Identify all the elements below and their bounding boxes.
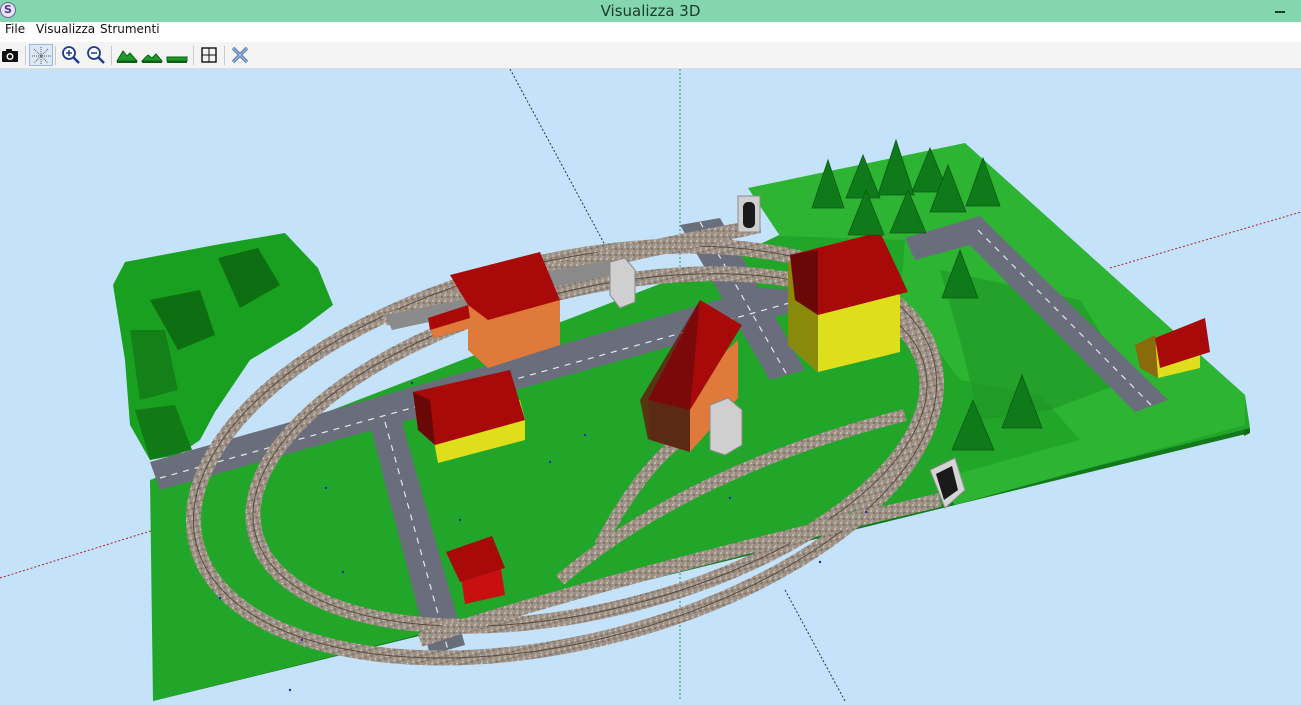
toolbar-separator bbox=[25, 46, 26, 65]
camera-button[interactable] bbox=[0, 44, 24, 66]
close-view-button[interactable] bbox=[228, 44, 252, 66]
toolbar-separator bbox=[111, 46, 112, 65]
zoom-out-icon bbox=[87, 46, 105, 64]
toolbar-separator bbox=[224, 46, 225, 65]
3d-viewport[interactable] bbox=[0, 68, 1301, 702]
axis-line bbox=[0, 527, 161, 579]
fit-view-button[interactable] bbox=[197, 44, 221, 66]
menu-file[interactable]: File bbox=[5, 22, 25, 42]
menu-visualizza[interactable]: Visualizza bbox=[36, 22, 95, 42]
central-tower bbox=[709, 397, 743, 456]
terrain-low-button[interactable] bbox=[140, 44, 164, 66]
menu-bar: File Visualizza Strumenti bbox=[0, 22, 1301, 42]
toolbar-separator bbox=[193, 46, 194, 65]
small-tower bbox=[609, 257, 636, 309]
axis-line bbox=[784, 589, 846, 702]
zoom-in-button[interactable] bbox=[59, 44, 83, 66]
title-bar: S Visualizza 3D bbox=[0, 0, 1301, 22]
zoom-in-icon bbox=[62, 46, 80, 64]
railway-layout-scene bbox=[0, 68, 1301, 702]
minimize-button[interactable] bbox=[1275, 3, 1285, 15]
toolbar bbox=[0, 42, 1301, 69]
toolbar-separator bbox=[55, 46, 56, 65]
camera-icon bbox=[2, 49, 18, 62]
terrain-high-icon bbox=[116, 50, 139, 63]
menu-strumenti[interactable]: Strumenti bbox=[100, 22, 160, 42]
close-view-icon bbox=[231, 46, 249, 64]
tunnel-portal-back bbox=[737, 195, 761, 233]
axes-button[interactable] bbox=[29, 44, 53, 66]
terrain-flat-button[interactable] bbox=[165, 44, 189, 66]
terrain-flat-icon bbox=[166, 56, 188, 63]
zoom-out-button[interactable] bbox=[84, 44, 108, 66]
axes-icon bbox=[32, 47, 51, 65]
fit-view-icon bbox=[201, 47, 217, 63]
terrain-low-icon bbox=[140, 53, 164, 63]
terrain-high-button[interactable] bbox=[115, 44, 139, 66]
axis-line bbox=[1109, 211, 1301, 269]
window-title: Visualizza 3D bbox=[600, 2, 701, 20]
axis-line bbox=[509, 68, 606, 246]
